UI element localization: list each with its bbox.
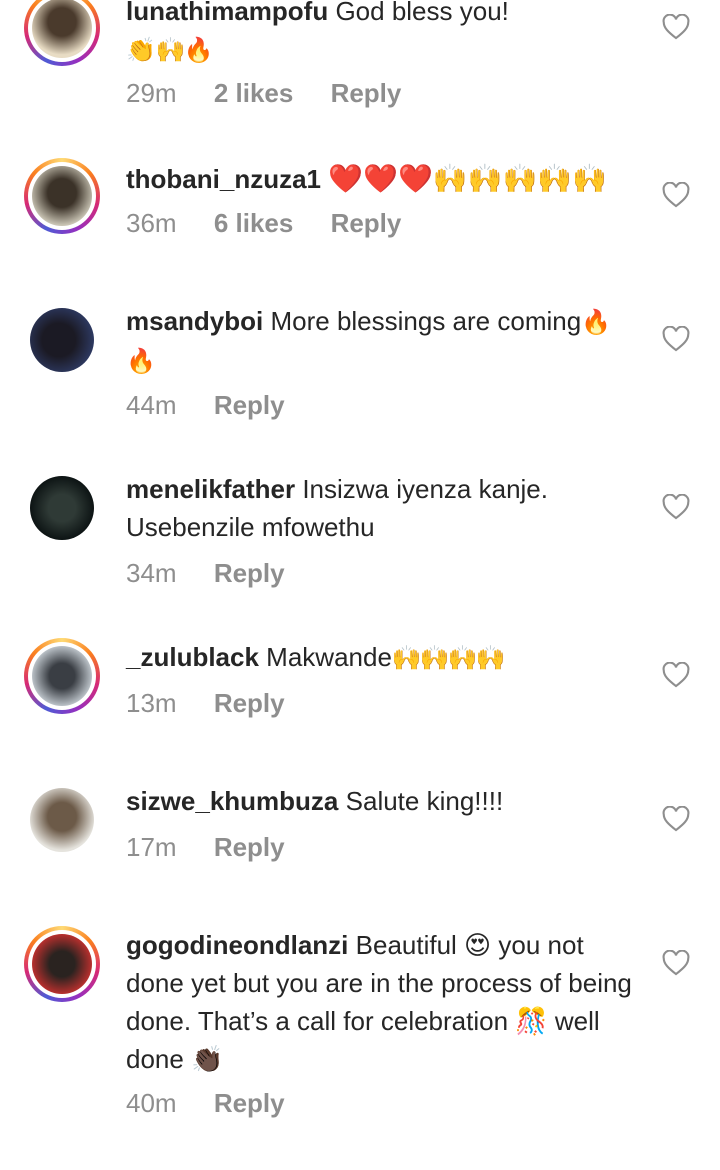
avatar[interactable] [30, 788, 94, 852]
reply-button[interactable]: Reply [214, 1088, 285, 1118]
reply-button[interactable]: Reply [331, 78, 402, 108]
comment-text: God bless you! [335, 0, 509, 26]
reply-button[interactable]: Reply [331, 208, 402, 238]
comment-username[interactable]: sizwe_khumbuza [126, 786, 338, 816]
heart-icon[interactable] [662, 806, 690, 832]
comment-text: Makwande [266, 642, 392, 672]
avatar[interactable] [24, 0, 100, 66]
comment-time: 44m [126, 390, 177, 420]
comment-time: 40m [126, 1088, 177, 1118]
comment-time: 17m [126, 832, 177, 862]
avatar[interactable] [24, 638, 100, 714]
comment-time: 13m [126, 688, 177, 718]
heart-icon[interactable] [662, 182, 690, 208]
comment-likes[interactable]: 2 likes [214, 78, 294, 108]
comment-text: Salute king!!!! [345, 786, 504, 816]
heart-icon[interactable] [662, 326, 690, 352]
avatar[interactable] [24, 158, 100, 234]
comment-username[interactable]: _zulublack [126, 642, 259, 672]
comment-time: 36m [126, 208, 177, 238]
comment-username[interactable]: gogodineondlanzi [126, 930, 348, 960]
comment-time: 29m [126, 78, 177, 108]
heart-icon[interactable] [662, 950, 690, 976]
avatar[interactable] [24, 926, 100, 1002]
reply-button[interactable]: Reply [214, 390, 285, 420]
comment-text: ❤️❤️❤️🙌🙌🙌🙌🙌 [328, 162, 608, 195]
comment-username[interactable]: thobani_nzuza1 [126, 164, 321, 194]
reply-button[interactable]: Reply [214, 558, 285, 588]
reply-button[interactable]: Reply [214, 832, 285, 862]
emoji-raising-hands: 🙌🙌🙌🙌 [391, 644, 506, 672]
comment-username[interactable]: msandyboi [126, 306, 263, 336]
reply-button[interactable]: Reply [214, 688, 285, 718]
comment-likes[interactable]: 6 likes [214, 208, 294, 238]
heart-icon[interactable] [662, 494, 690, 520]
comment-username[interactable]: menelikfather [126, 474, 295, 504]
heart-icon[interactable] [662, 662, 690, 688]
comment-time: 34m [126, 558, 177, 588]
comment-username[interactable]: lunathimampofu [126, 0, 328, 26]
comment-text: More blessings are coming [270, 306, 582, 336]
emoji-clap-raise-fire: 👏🙌🔥 [126, 36, 214, 64]
avatar[interactable] [30, 476, 94, 540]
heart-icon[interactable] [662, 14, 690, 40]
avatar[interactable] [30, 308, 94, 372]
